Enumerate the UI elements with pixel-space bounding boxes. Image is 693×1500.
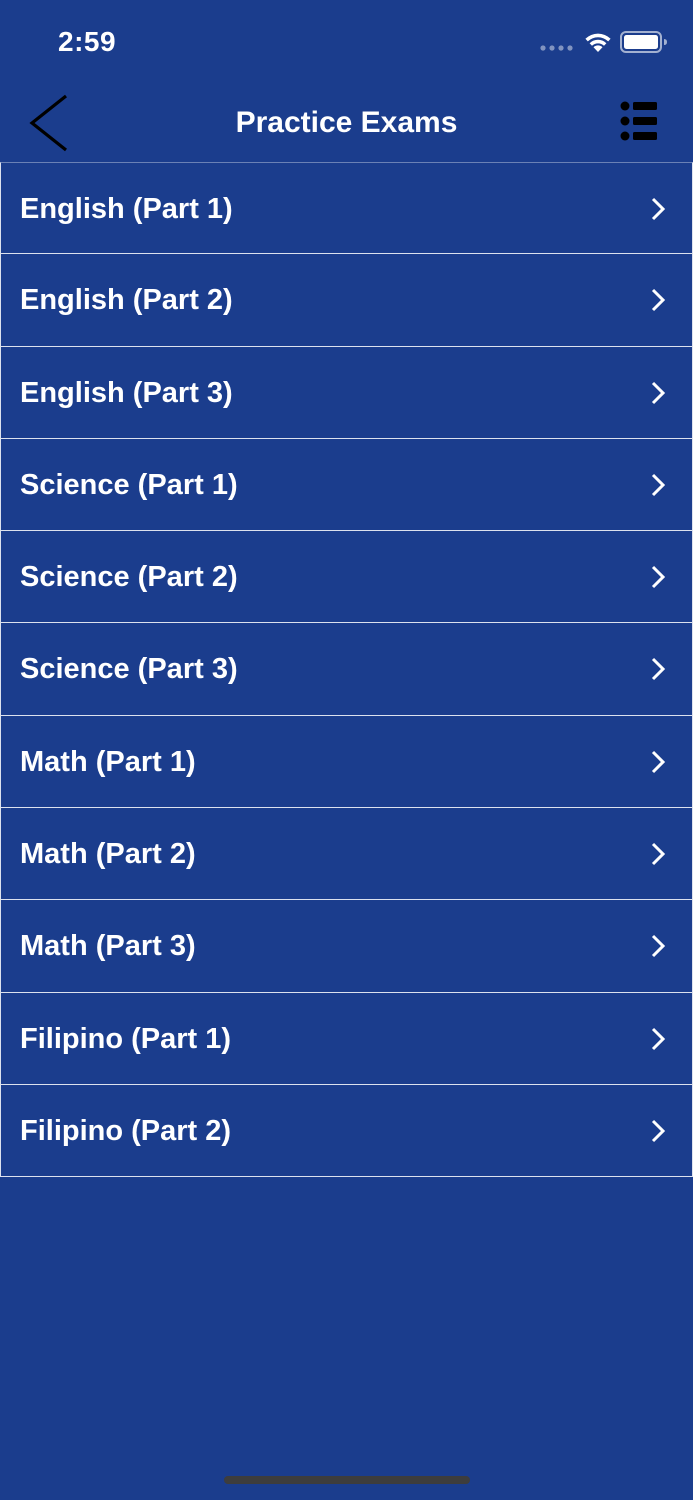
- wifi-icon: [585, 33, 611, 52]
- exam-label: English (Part 3): [20, 376, 233, 409]
- navigation-bar: Practice Exams: [0, 84, 693, 162]
- cellular-signal-icon: [540, 45, 573, 51]
- chevron-left-icon: [29, 94, 67, 152]
- exam-label: Math (Part 1): [20, 745, 196, 778]
- exam-list-item[interactable]: English (Part 1): [0, 162, 693, 255]
- exam-label: Math (Part 3): [20, 930, 196, 963]
- page-title: Practice Exams: [235, 106, 458, 139]
- exam-list-item[interactable]: Math (Part 2): [0, 808, 693, 901]
- exam-list-item[interactable]: English (Part 3): [0, 346, 693, 439]
- exam-label: Science (Part 3): [20, 653, 238, 686]
- exam-list-item[interactable]: Science (Part 2): [0, 531, 693, 624]
- exam-label: Filipino (Part 1): [20, 1022, 232, 1055]
- exam-list-item[interactable]: Filipino (Part 1): [0, 992, 693, 1085]
- chevron-right-icon: [651, 197, 666, 221]
- exam-label: Filipino (Part 2): [20, 1114, 232, 1147]
- exam-label: English (Part 2): [20, 284, 233, 317]
- exam-list-item[interactable]: English (Part 2): [0, 254, 693, 347]
- menu-button[interactable]: [612, 98, 664, 144]
- exam-list-item[interactable]: Math (Part 1): [0, 715, 693, 809]
- status-bar: 2:59: [0, 0, 693, 84]
- chevron-right-icon: [651, 1119, 666, 1143]
- chevron-right-icon: [651, 935, 666, 958]
- chevron-right-icon: [651, 473, 666, 496]
- back-button[interactable]: [22, 92, 74, 154]
- exam-label: Science (Part 2): [20, 561, 238, 594]
- exam-list-item[interactable]: Science (Part 1): [0, 438, 693, 532]
- chevron-right-icon: [651, 750, 666, 773]
- exam-label: Science (Part 1): [20, 468, 238, 501]
- exam-list: English (Part 1) English (Part 2) Englis…: [0, 162, 693, 1178]
- home-indicator[interactable]: [224, 1476, 470, 1484]
- chevron-right-icon: [651, 658, 666, 681]
- chevron-right-icon: [651, 566, 666, 589]
- exam-list-item[interactable]: Filipino (Part 2): [0, 1084, 693, 1178]
- exam-label: Math (Part 2): [20, 838, 196, 871]
- chevron-right-icon: [651, 381, 666, 404]
- chevron-right-icon: [651, 843, 666, 866]
- battery-icon: [620, 31, 667, 53]
- status-time: 2:59: [58, 26, 117, 57]
- exam-list-item[interactable]: Science (Part 3): [0, 623, 693, 716]
- exam-list-item[interactable]: Math (Part 3): [0, 900, 693, 993]
- exam-label: English (Part 1): [20, 193, 233, 225]
- chevron-right-icon: [651, 289, 666, 312]
- chevron-right-icon: [651, 1027, 666, 1050]
- list-menu-icon: [620, 101, 657, 141]
